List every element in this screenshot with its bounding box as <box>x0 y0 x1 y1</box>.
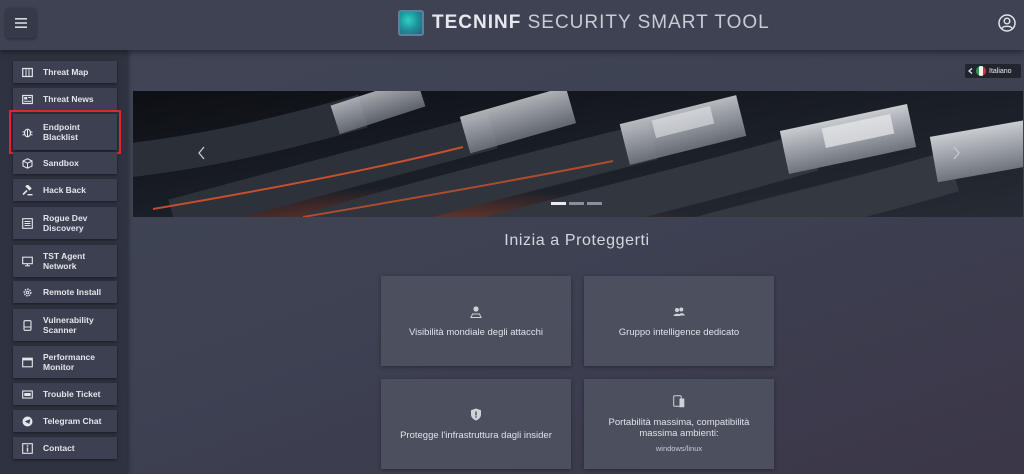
feature-card-text: Portabilità massima, compatibilità massi… <box>608 417 750 439</box>
feature-card-intelligence-group: Gruppo intelligence dedicato <box>584 276 774 366</box>
carousel-image <box>133 91 1023 217</box>
server-icon <box>22 319 33 331</box>
gavel-icon <box>22 184 33 196</box>
sidebar-item-performance-monitor[interactable]: Performance Monitor <box>13 346 117 378</box>
sidebar-item-label: Trouble Ticket <box>43 389 101 399</box>
users-icon <box>673 307 685 316</box>
top-header: TECNINF SECURITY SMART TOOL <box>0 0 1024 50</box>
sidebar-item-hack-back[interactable]: Hack Back <box>13 179 117 201</box>
gear-icon <box>22 287 33 298</box>
menu-button[interactable] <box>6 8 36 38</box>
sidebar-item-label: Performance Monitor <box>43 352 95 372</box>
brand-title-rest: SECURITY SMART TOOL <box>527 12 770 33</box>
sidebar-item-contact[interactable]: Contact <box>13 437 117 459</box>
sidebar-item-telegram-chat[interactable]: Telegram Chat <box>13 410 117 432</box>
info-icon <box>22 442 33 454</box>
sidebar-item-remote-install[interactable]: Remote Install <box>13 281 117 303</box>
monitor-icon <box>22 256 33 267</box>
sidebar-item-label: Contact <box>43 443 75 453</box>
sidebar-item-label: Threat News <box>43 94 94 104</box>
logo-icon <box>398 10 424 36</box>
window-icon <box>22 357 33 368</box>
sidebar-item-label: Vulnerability Scanner <box>43 315 94 335</box>
feature-card-portability: Portabilità massima, compatibilità massi… <box>584 379 774 469</box>
sidebar-item-rogue-dev-discovery[interactable]: Rogue Dev Discovery <box>13 207 117 239</box>
shield-icon <box>471 408 481 420</box>
feature-card-text: Visibilità mondiale degli attacchi <box>409 326 543 338</box>
sidebar-item-label: Remote Install <box>43 287 102 297</box>
carousel-indicator-1[interactable] <box>551 202 566 205</box>
section-title: Inizia a Proteggerti <box>504 232 650 249</box>
feature-card-global-visibility: Visibilità mondiale degli attacchi <box>381 276 571 366</box>
sidebar-item-label: Hack Back <box>43 185 87 195</box>
sidebar-item-threat-news[interactable]: Threat News <box>13 88 117 110</box>
sidebar-item-vulnerability-scanner[interactable]: Vulnerability Scanner <box>13 309 117 341</box>
sidebar-item-endpoint-blacklist[interactable]: Endpoint Blacklist <box>9 110 121 154</box>
brand[interactable]: TECNINF SECURITY SMART TOOL <box>398 10 770 36</box>
user-location-icon <box>470 305 482 318</box>
sidebar: Threat Map Threat News Endpoint Blacklis… <box>0 50 127 474</box>
hamburger-icon <box>15 18 27 28</box>
feature-card-text: Gruppo intelligence dedicato <box>618 326 740 338</box>
sidebar-item-threat-map[interactable]: Threat Map <box>13 61 117 83</box>
sidebar-item-tst-agent-network[interactable]: TST Agent Network <box>13 245 117 277</box>
sidebar-item-label: Rogue Dev Discovery <box>43 213 88 233</box>
feature-card-insider-protection: Protegge l'infrastruttura dagli insider <box>381 379 571 469</box>
chevron-left-icon <box>968 68 973 74</box>
cube-icon <box>22 157 33 169</box>
sidebar-item-label: Sandbox <box>43 158 79 168</box>
sidebar-item-label: Telegram Chat <box>43 416 102 426</box>
list-icon <box>22 217 33 229</box>
carousel-indicator-2[interactable] <box>569 202 584 205</box>
sidebar-item-label: TST Agent Network <box>43 251 86 271</box>
italy-flag-icon <box>976 66 986 76</box>
carousel-next-arrow-icon[interactable] <box>950 143 962 163</box>
map-icon <box>22 67 33 78</box>
carousel-indicators <box>551 202 602 205</box>
brand-title: TECNINF SECURITY SMART TOOL <box>432 12 770 34</box>
bug-icon <box>22 127 33 138</box>
sidebar-item-sandbox[interactable]: Sandbox <box>13 152 117 174</box>
language-selector[interactable]: Italiano <box>965 64 1021 78</box>
sidebar-item-trouble-ticket[interactable]: Trouble Ticket <box>13 383 117 405</box>
sidebar-item-label: Endpoint Blacklist <box>43 122 80 142</box>
hero-carousel[interactable] <box>133 91 1023 217</box>
user-account-icon[interactable] <box>998 14 1016 32</box>
newspaper-icon <box>22 94 33 105</box>
carousel-prev-arrow-icon[interactable] <box>196 143 208 163</box>
ticket-icon <box>22 389 33 400</box>
feature-card-text: Protegge l'infrastruttura dagli insider <box>400 429 552 441</box>
brand-title-bold: TECNINF <box>432 12 522 33</box>
language-label: Italiano <box>989 67 1012 75</box>
feature-card-subtext: windows/linux <box>655 444 703 453</box>
carousel-indicator-3[interactable] <box>587 202 602 205</box>
telegram-icon <box>22 416 33 427</box>
sidebar-item-label: Threat Map <box>43 67 89 77</box>
devices-icon <box>673 395 685 408</box>
